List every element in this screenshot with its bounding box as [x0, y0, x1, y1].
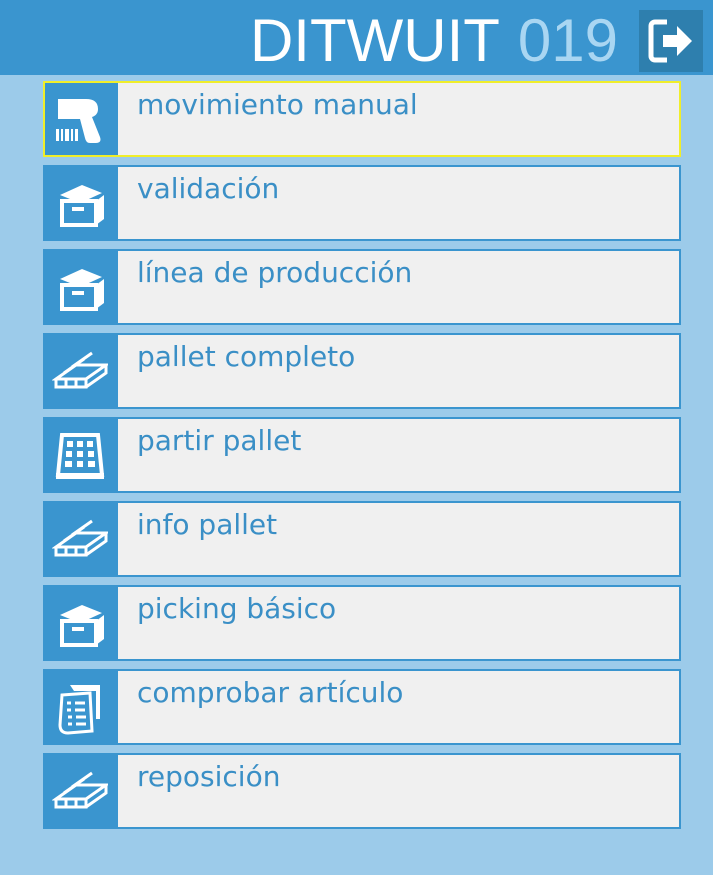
menu-item-label: comprobar artículo — [137, 676, 404, 709]
menu-item-linea-de-produccion[interactable]: línea de producción — [43, 249, 681, 325]
menu-item-label: reposición — [137, 760, 281, 793]
menu-item-label: info pallet — [137, 508, 278, 541]
receipt-icon — [58, 685, 100, 735]
brand-name: DITWUIT — [249, 7, 500, 74]
menu-item-validacion[interactable]: validación — [43, 165, 681, 241]
menu-item-movimiento-manual[interactable]: movimiento manual — [43, 81, 681, 157]
menu-item-info-pallet[interactable]: info pallet — [43, 501, 681, 577]
exit-icon — [648, 19, 692, 63]
menu-item-picking-basico[interactable]: picking básico — [43, 585, 681, 661]
box-icon — [60, 269, 104, 311]
pallet-icon — [52, 351, 108, 389]
grid-icon — [55, 433, 105, 479]
main-menu: movimiento manual validación línea de pr… — [43, 81, 681, 837]
menu-item-label: línea de producción — [137, 256, 413, 289]
app-title: DITWUIT 019 — [250, 6, 618, 76]
menu-item-label: movimiento manual — [137, 88, 418, 121]
menu-item-label: picking básico — [137, 592, 337, 625]
exit-button[interactable] — [639, 10, 703, 72]
box-icon — [60, 185, 104, 227]
menu-item-partir-pallet[interactable]: partir pallet — [43, 417, 681, 493]
header-bar: DITWUIT 019 — [0, 0, 713, 75]
menu-item-label: pallet completo — [137, 340, 356, 373]
pallet-icon — [52, 519, 108, 557]
menu-item-reposicion[interactable]: reposición — [43, 753, 681, 829]
box-icon — [60, 605, 104, 647]
barcode-scanner-icon — [56, 99, 101, 143]
menu-item-comprobar-articulo[interactable]: comprobar artículo — [43, 669, 681, 745]
pallet-icon — [52, 771, 108, 809]
menu-item-label: partir pallet — [137, 424, 302, 457]
terminal-number: 019 — [517, 7, 618, 74]
menu-item-label: validación — [137, 172, 280, 205]
menu-item-pallet-completo[interactable]: pallet completo — [43, 333, 681, 409]
